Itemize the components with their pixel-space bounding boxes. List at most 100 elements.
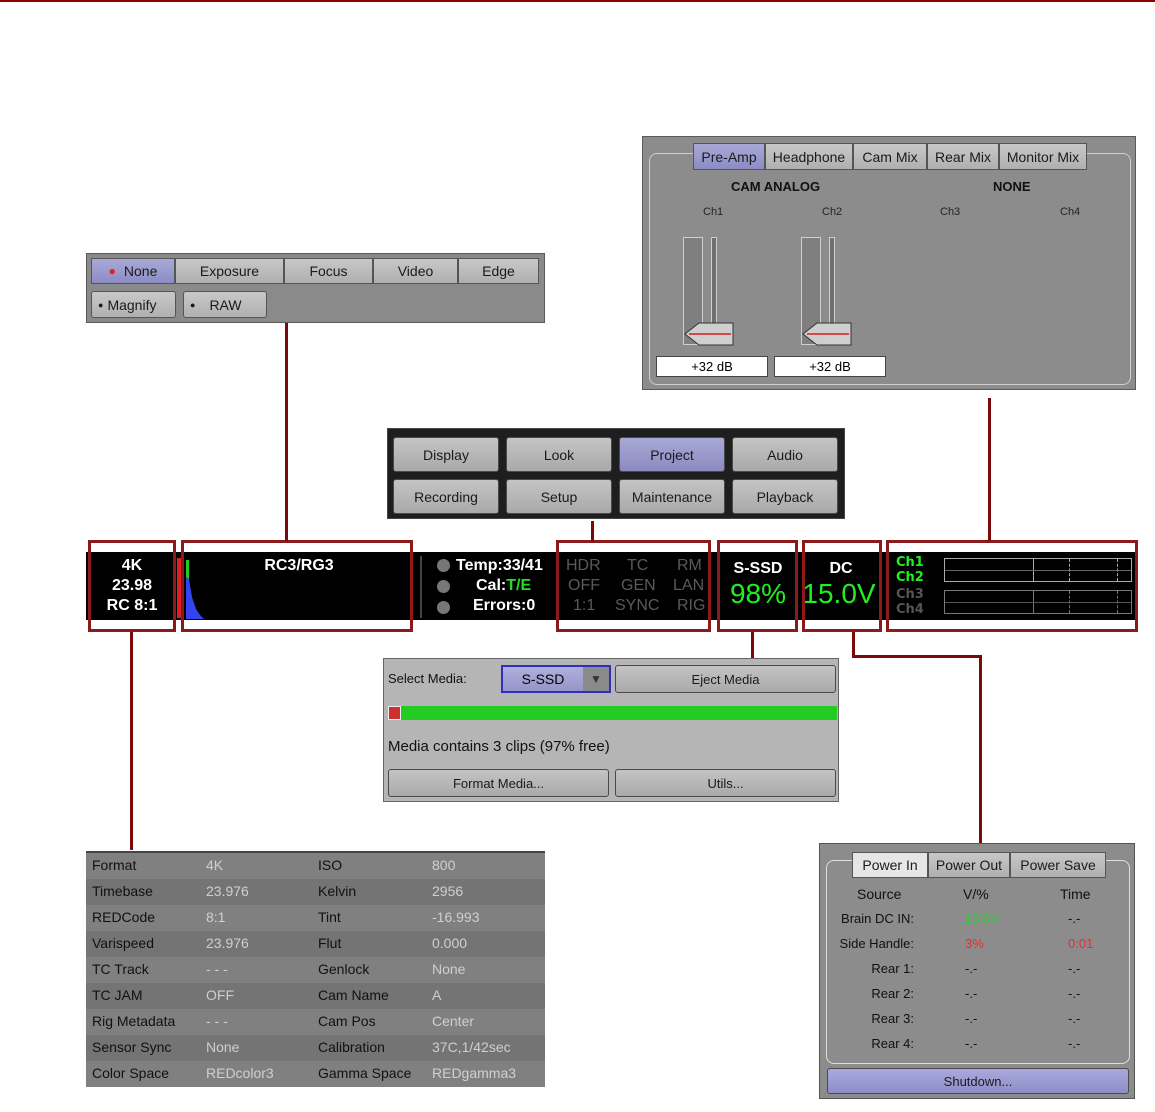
- fader-ch2[interactable]: [799, 237, 855, 349]
- metadata-value: 800: [432, 857, 456, 873]
- metadata-key: Cam Pos: [318, 1013, 376, 1029]
- highlight-power: [802, 540, 882, 632]
- tools-menu-panel: ● None Exposure Focus Video Edge ● Magni…: [86, 253, 545, 323]
- bullet-icon: ●: [98, 299, 104, 310]
- menu-audio-button[interactable]: Audio: [732, 437, 838, 472]
- tool-raw-button[interactable]: ● RAW: [183, 291, 267, 318]
- fader-handle-icon[interactable]: [681, 321, 737, 347]
- metadata-key: Rig Metadata: [92, 1013, 176, 1029]
- power-source-voltage: -.-: [965, 961, 978, 976]
- format-media-button[interactable]: Format Media...: [388, 769, 609, 797]
- power-source-time: 0:01: [1068, 936, 1094, 951]
- tool-video-button[interactable]: Video: [373, 258, 458, 284]
- tool-focus-button[interactable]: Focus: [284, 258, 373, 284]
- gain-field-ch1[interactable]: +32 dB: [656, 356, 768, 377]
- select-media-label: Select Media:: [388, 671, 467, 686]
- menu-display-button[interactable]: Display: [393, 437, 499, 472]
- utils-button[interactable]: Utils...: [615, 769, 836, 797]
- tool-magnify-button[interactable]: ● Magnify: [91, 291, 176, 318]
- right-source-label: NONE: [993, 179, 1031, 194]
- metadata-value: OFF: [206, 987, 234, 1003]
- menu-audio-label: Audio: [767, 446, 803, 463]
- connector-tools: [285, 323, 288, 541]
- tab-power-in[interactable]: Power In: [852, 852, 928, 878]
- tool-edge-button[interactable]: Edge: [458, 258, 539, 284]
- power-source-name: Rear 2:: [871, 986, 914, 1001]
- menu-maintenance-button[interactable]: Maintenance: [619, 479, 725, 514]
- metadata-value: -16.993: [432, 909, 480, 925]
- media-panel: Select Media: S-SSD ▼ Eject Media Media …: [383, 658, 839, 802]
- tab-pre-amp-label: Pre-Amp: [701, 148, 757, 165]
- menu-maintenance-label: Maintenance: [631, 488, 713, 505]
- power-source-name: Rear 4:: [871, 1036, 914, 1051]
- indicator-dot-icon: [437, 559, 450, 572]
- metadata-row: Color Space REDcolor3 Gamma Space REDgamma3: [86, 1061, 545, 1087]
- dropdown-arrow-icon[interactable]: ▼: [583, 667, 609, 691]
- tab-power-save-label: Power Save: [1020, 857, 1096, 873]
- fader-handle-icon[interactable]: [799, 321, 855, 347]
- tool-video-label: Video: [397, 263, 434, 279]
- bullet-icon: ●: [190, 299, 196, 310]
- menu-setup-label: Setup: [540, 488, 578, 505]
- menu-playback-button[interactable]: Playback: [732, 479, 838, 514]
- fader-ch1[interactable]: [681, 237, 737, 349]
- tab-monitor-mix[interactable]: Monitor Mix: [999, 143, 1087, 170]
- shutdown-label: Shutdown...: [943, 1073, 1013, 1089]
- menu-playback-label: Playback: [756, 488, 814, 505]
- power-source-voltage: 15.0V: [965, 911, 999, 926]
- metadata-key: Calibration: [318, 1039, 385, 1055]
- channel-label-ch3: Ch3: [940, 206, 961, 218]
- tool-magnify-label: Magnify: [107, 296, 157, 313]
- connector-metadata: [130, 632, 133, 850]
- power-source-name: Rear 1:: [871, 961, 914, 976]
- metadata-value: - - -: [206, 1013, 228, 1029]
- metadata-key: REDCode: [92, 909, 156, 925]
- tool-exposure-button[interactable]: Exposure: [175, 258, 284, 284]
- metadata-key: ISO: [318, 857, 343, 873]
- media-usage-bar: [388, 706, 837, 720]
- power-source-voltage: -.-: [965, 986, 978, 1001]
- metadata-row: TC JAM OFF Cam Name A: [86, 983, 545, 1009]
- gain-value-ch1: +32 dB: [691, 359, 733, 374]
- menu-recording-button[interactable]: Recording: [393, 479, 499, 514]
- tab-pre-amp[interactable]: Pre-Amp: [693, 143, 765, 170]
- power-source-voltage: 3%: [965, 936, 984, 951]
- metadata-value: REDcolor3: [206, 1065, 274, 1081]
- power-panel: Power In Power Out Power Save Source V/%…: [819, 843, 1135, 1099]
- channel-label-ch4: Ch4: [1060, 206, 1081, 218]
- status-temp[interactable]: Temp:33/41: [456, 557, 543, 575]
- media-info-text: Media contains 3 clips (97% free): [388, 738, 610, 755]
- menu-look-label: Look: [543, 446, 575, 463]
- tab-cam-mix[interactable]: Cam Mix: [853, 143, 927, 170]
- metadata-row: Sensor Sync None Calibration 37C,1/42sec: [86, 1035, 545, 1061]
- shutdown-button[interactable]: Shutdown...: [827, 1068, 1129, 1094]
- highlight-format: [88, 540, 176, 632]
- menu-setup-button[interactable]: Setup: [506, 479, 612, 514]
- tab-headphone[interactable]: Headphone: [765, 143, 853, 170]
- metadata-value: - - -: [206, 961, 228, 977]
- tool-focus-label: Focus: [309, 263, 348, 279]
- gain-field-ch2[interactable]: +32 dB: [774, 356, 886, 377]
- tool-none-button[interactable]: ● None: [91, 258, 175, 284]
- tab-rear-mix[interactable]: Rear Mix: [927, 143, 999, 170]
- metadata-table: Format 4K ISO 800 Timebase 23.976 Kelvin 2956 RE…: [86, 851, 545, 1087]
- menu-project-button[interactable]: Project: [619, 437, 725, 472]
- metadata-key: Genlock: [318, 961, 370, 977]
- metadata-row: Varispeed 23.976 Flut 0.000: [86, 931, 545, 957]
- eject-media-button[interactable]: Eject Media: [615, 665, 836, 693]
- menu-look-button[interactable]: Look: [506, 437, 612, 472]
- status-cal[interactable]: Cal:T/E: [476, 577, 531, 595]
- tab-cam-mix-label: Cam Mix: [862, 148, 918, 165]
- connector-power-down: [852, 632, 855, 657]
- tab-power-out[interactable]: Power Out: [928, 852, 1010, 878]
- status-errors[interactable]: Errors:0: [473, 597, 535, 615]
- tab-power-save[interactable]: Power Save: [1010, 852, 1106, 878]
- header-time: Time: [1060, 886, 1091, 902]
- gain-value-ch2: +32 dB: [809, 359, 851, 374]
- media-select[interactable]: S-SSD ▼: [501, 665, 611, 693]
- power-source-time: -.-: [1068, 1036, 1081, 1051]
- power-source-name: Side Handle:: [839, 936, 914, 951]
- highlight-audio: [886, 540, 1138, 632]
- metadata-key: Kelvin: [318, 883, 357, 899]
- status-divider: [420, 556, 422, 618]
